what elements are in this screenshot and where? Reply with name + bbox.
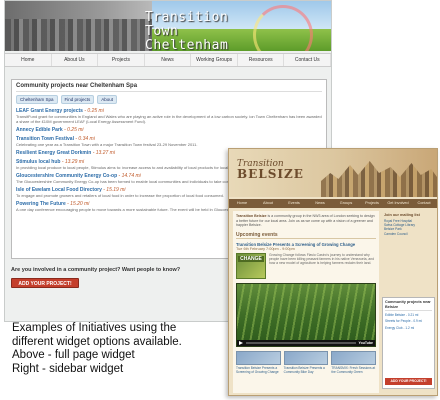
nav-projects[interactable]: Projects bbox=[359, 199, 385, 208]
tab-location[interactable]: Cheltenham Spa bbox=[16, 95, 58, 104]
tab-about[interactable]: About bbox=[97, 95, 118, 104]
event-card-thumbnail bbox=[331, 350, 377, 365]
video-player[interactable]: YouTube bbox=[236, 282, 376, 347]
sidebar-widget-project[interactable]: Edible Belsize - 0.21 mi bbox=[385, 313, 432, 317]
sidebar-widget-title: Community projects near Belsize bbox=[385, 300, 432, 312]
event-cards: Transition Belsize Presents a Screening … bbox=[236, 350, 377, 374]
sidebar-link[interactable]: Camden Council bbox=[384, 232, 433, 236]
event-card[interactable]: Transition Belsize Presents a Screening … bbox=[236, 350, 281, 374]
event-card[interactable]: Transition Belsize Presents a Community … bbox=[283, 350, 329, 374]
caption-line-1: Examples of Initiatives using the bbox=[12, 322, 177, 334]
video-controls: YouTube bbox=[237, 339, 375, 346]
caption-line-3: Above - full page widget bbox=[12, 349, 135, 361]
project-title[interactable]: Resilient Energy Great Dorkmin bbox=[16, 150, 91, 156]
banner-town-image bbox=[5, 19, 152, 51]
nav-contact[interactable]: Contact bbox=[411, 199, 437, 208]
event-card-title: Transition Belsize Presents a Community … bbox=[283, 365, 325, 374]
project-description: Celebrating one year as a Transition Tow… bbox=[16, 142, 198, 147]
nav-events[interactable]: Events bbox=[281, 199, 307, 208]
belsize-nav: Home About Events News Groups Projects G… bbox=[229, 199, 437, 208]
nav-get-involved[interactable]: Get Involved bbox=[385, 199, 411, 208]
sidebar-widget-project[interactable]: Energy Club - 1.2 mi bbox=[385, 326, 432, 330]
nav-about[interactable]: About bbox=[255, 199, 281, 208]
belsize-logo[interactable]: Transition BELSIZE bbox=[237, 159, 317, 181]
nav-news[interactable]: News bbox=[307, 199, 333, 208]
nav-home[interactable]: Home bbox=[5, 54, 52, 66]
logo-line-3: Cheltenham bbox=[145, 38, 229, 52]
event-card[interactable]: TRANSMIX: Fresh Sessions at the Communit… bbox=[331, 350, 377, 374]
project-item[interactable]: Annecy Edible Park - 0.25 mi bbox=[16, 127, 322, 133]
add-project-button[interactable]: ADD YOUR PROJECT! bbox=[11, 278, 79, 288]
nav-working-groups[interactable]: Working Groups bbox=[191, 54, 238, 66]
nav-resources[interactable]: Resources bbox=[238, 54, 285, 66]
project-description: TransitFund grant for communities in Eng… bbox=[16, 114, 322, 124]
caption-line-4: Right - sidebar widget bbox=[12, 362, 124, 375]
skyline-illustration bbox=[321, 161, 437, 197]
cheltenham-banner: Transition Town Cheltenham bbox=[5, 1, 331, 51]
project-item[interactable]: LEAF Grant Energy projects - 0.25 mi Tra… bbox=[16, 108, 322, 124]
logo-line-2: Town bbox=[145, 24, 179, 39]
widget-tabs: Cheltenham Spa Find projects About bbox=[16, 95, 322, 104]
video-progress-track[interactable] bbox=[246, 342, 356, 344]
event-date: Tue 6th February 7:00pm - 9:00pm bbox=[236, 246, 295, 251]
event-card-title: Transition Belsize Presents a Screening … bbox=[236, 365, 279, 374]
nav-news[interactable]: News bbox=[145, 54, 192, 66]
project-title[interactable]: Annecy Edible Park bbox=[16, 127, 63, 133]
belsize-main-content: Transition Belsize is a community group … bbox=[233, 211, 379, 393]
belsize-page-screenshot: Transition BELSIZE Home About Events New… bbox=[228, 148, 438, 396]
logo-line-1: Transition bbox=[145, 10, 229, 25]
upcoming-events-heading: Upcoming events bbox=[236, 232, 376, 239]
project-item[interactable]: Transition Town Festival - 0.34 mi Celeb… bbox=[16, 136, 322, 147]
widget-title: Community projects near Cheltenham Spa bbox=[16, 83, 322, 92]
sidebar-widget-project[interactable]: Streets for People - 0.9 mi bbox=[385, 319, 432, 323]
project-distance: - 0.25 mi bbox=[64, 127, 84, 133]
video-frame bbox=[237, 283, 375, 346]
growing-change-poster[interactable]: CHANGE bbox=[236, 252, 266, 279]
nav-home[interactable]: Home bbox=[229, 199, 255, 208]
sidebar-add-project-button[interactable]: ADD YOUR PROJECT! bbox=[385, 378, 432, 385]
event-row: CHANGE Growing Change follows Flavio Cas… bbox=[236, 252, 376, 279]
cheltenham-logo[interactable]: Transition Town Cheltenham bbox=[145, 10, 265, 52]
intro-paragraph: Transition Belsize is a community group … bbox=[236, 214, 376, 228]
logo-belsize: BELSIZE bbox=[237, 167, 304, 181]
tab-find-projects[interactable]: Find projects bbox=[60, 95, 95, 104]
play-icon[interactable] bbox=[239, 340, 243, 345]
caption-line-2: different widget options available. bbox=[12, 335, 182, 348]
event-card-thumbnail bbox=[283, 350, 329, 365]
add-project-prompt: Are you involved in a community project?… bbox=[11, 267, 181, 273]
event-description: Growing Change follows Flavio Castro's j… bbox=[269, 252, 374, 266]
sidebar-heading: Join our mailing list bbox=[384, 213, 420, 217]
event-card-title: TRANSMIX: Fresh Sessions at the Communit… bbox=[331, 365, 376, 374]
youtube-logo[interactable]: YouTube bbox=[359, 341, 373, 345]
caption: Examples of Initiatives using the differ… bbox=[12, 322, 226, 376]
nav-groups[interactable]: Groups bbox=[333, 199, 359, 208]
cheltenham-nav: Home About Us Projects News Working Grou… bbox=[5, 53, 331, 67]
belsize-banner: Transition BELSIZE bbox=[229, 149, 437, 197]
nav-contact-us[interactable]: Contact Us bbox=[284, 54, 331, 66]
nav-projects[interactable]: Projects bbox=[98, 54, 145, 66]
project-distance: - 13.27 mi bbox=[92, 150, 115, 156]
poster-label: CHANGE bbox=[238, 255, 264, 262]
nav-about-us[interactable]: About Us bbox=[52, 54, 99, 66]
intro-lead: Transition Belsize bbox=[236, 214, 267, 218]
sidebar-widget: Community projects near Belsize Edible B… bbox=[382, 297, 435, 389]
event-card-thumbnail bbox=[236, 350, 281, 365]
